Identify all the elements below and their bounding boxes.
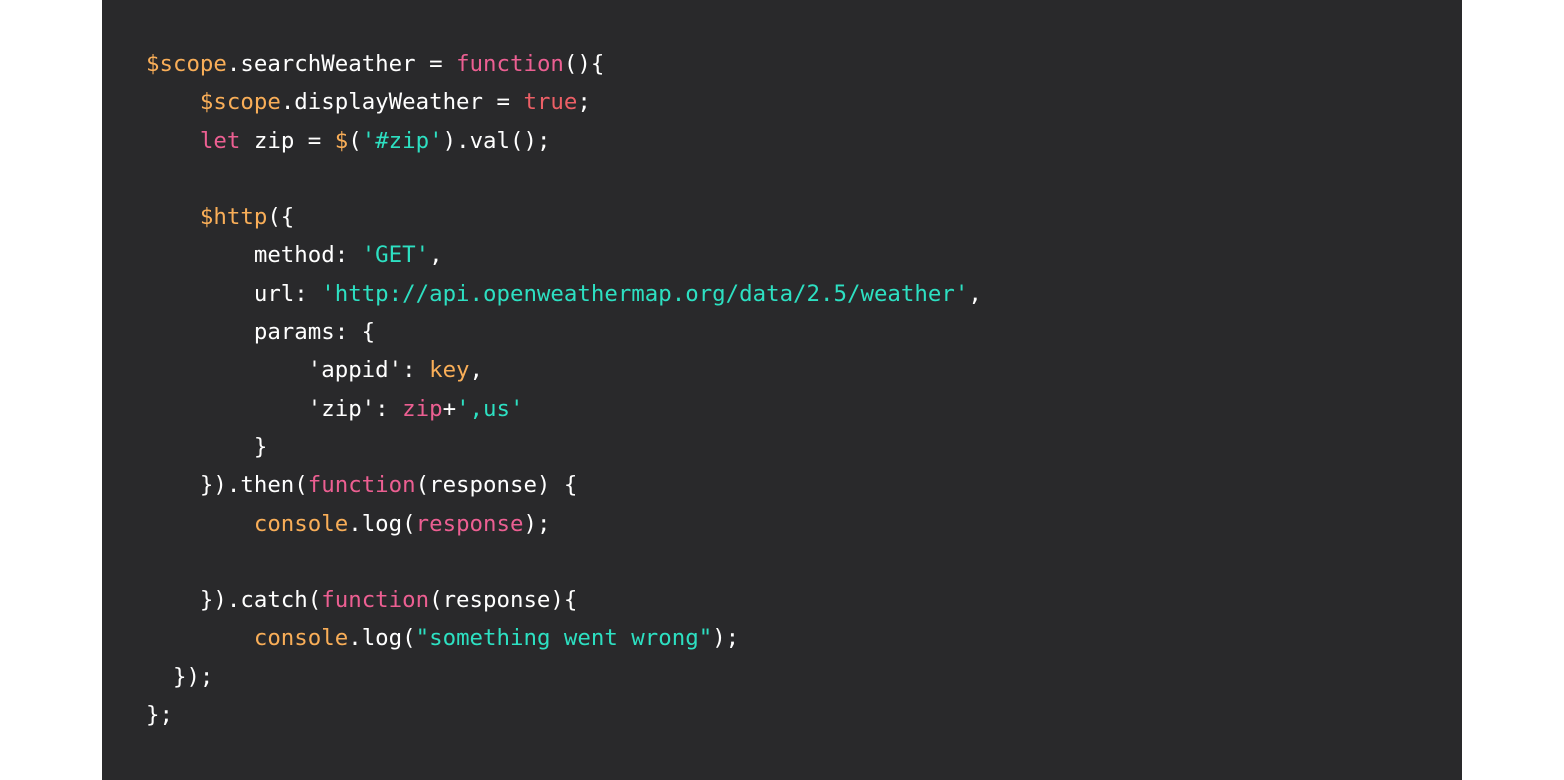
code-token-default: };: [146, 702, 173, 729]
code-token-default: }: [146, 433, 268, 460]
code-token-default: ;: [577, 89, 591, 116]
code-token-default: (response){: [429, 587, 578, 614]
code-line: }).then(function(response) {: [146, 466, 982, 504]
code-line: $scope.searchWeather = function(){: [146, 45, 982, 83]
code-token-bool: true: [523, 89, 578, 116]
code-line: console.log("something went wrong");: [146, 619, 982, 657]
code-line: 'appid': key,: [146, 351, 982, 389]
code-token-default: ).val();: [442, 127, 551, 154]
code-token-default: ,: [429, 242, 443, 269]
code-token-keyword: zip: [402, 395, 443, 422]
code-token-string: 'GET': [361, 242, 430, 269]
code-content: $scope.searchWeather = function(){ $scop…: [146, 45, 982, 734]
code-line: };: [146, 696, 982, 734]
code-token-keyword: function: [456, 51, 564, 77]
code-token-default: .log(: [348, 510, 416, 537]
code-token-builtin: $scope: [146, 51, 227, 77]
code-line: }).catch(function(response){: [146, 581, 982, 619]
code-token-default: .displayWeather =: [280, 89, 524, 116]
code-token-default: );: [712, 625, 740, 652]
code-token-builtin: console: [253, 510, 349, 537]
code-block: $scope.searchWeather = function(){ $scop…: [102, 0, 1462, 780]
code-token-default: +: [442, 395, 457, 422]
code-token-default: });: [146, 663, 214, 690]
code-token-default: ({: [267, 204, 295, 231]
code-line: $scope.displayWeather = true;: [146, 83, 982, 121]
code-token-default: (){: [563, 51, 605, 77]
code-token-default: (response) {: [415, 472, 578, 499]
code-line: let zip = $('#zip').val();: [146, 122, 982, 160]
code-token-default: (: [348, 127, 362, 154]
code-token-default: method:: [146, 242, 362, 269]
page: $scope.searchWeather = function(){ $scop…: [0, 0, 1564, 780]
code-token-builtin: $http: [199, 204, 268, 231]
code-token-default: ,: [469, 357, 484, 384]
code-token-keyword: response: [415, 510, 524, 537]
code-line: 'zip': zip+',us': [146, 390, 982, 428]
code-token-default: params: {: [146, 319, 376, 346]
code-line: $http({: [146, 198, 982, 236]
code-token-keyword: function: [307, 472, 416, 499]
code-token-string: "something went wrong": [415, 625, 713, 652]
code-token-default: zip =: [240, 127, 335, 154]
code-token-keyword: function: [321, 587, 430, 614]
code-token-default: 'zip':: [146, 395, 403, 422]
code-token-default: [146, 625, 254, 651]
code-token-default: ,: [968, 280, 982, 307]
code-token-default: [146, 204, 200, 230]
code-line: method: 'GET',: [146, 236, 982, 274]
code-token-builtin: $: [334, 127, 349, 154]
code-line: params: {: [146, 313, 982, 351]
code-token-default: [146, 89, 200, 115]
code-token-default: [146, 128, 200, 154]
code-token-default: .log(: [348, 625, 416, 652]
code-token-keyword: let: [199, 127, 241, 154]
code-token-default: .searchWeather =: [226, 51, 457, 77]
code-line: console.log(response);: [146, 505, 982, 543]
code-token-default: );: [523, 510, 551, 537]
code-token-builtin: key: [429, 357, 470, 384]
code-token-string: ',us': [456, 395, 524, 422]
code-line: url: 'http://api.openweathermap.org/data…: [146, 275, 982, 313]
code-token-default: }).then(: [146, 472, 308, 499]
code-token-builtin: console: [253, 625, 349, 652]
code-token-default: 'appid':: [146, 357, 430, 384]
code-token-default: [146, 511, 254, 537]
code-line: }: [146, 428, 982, 466]
code-line: });: [146, 658, 982, 696]
code-token-builtin: $scope: [199, 89, 281, 116]
code-token-default: }).catch(: [146, 587, 322, 614]
code-token-string: 'http://api.openweathermap.org/data/2.5/…: [321, 280, 969, 307]
code-token-string: '#zip': [361, 127, 443, 154]
code-token-default: url:: [146, 280, 322, 307]
